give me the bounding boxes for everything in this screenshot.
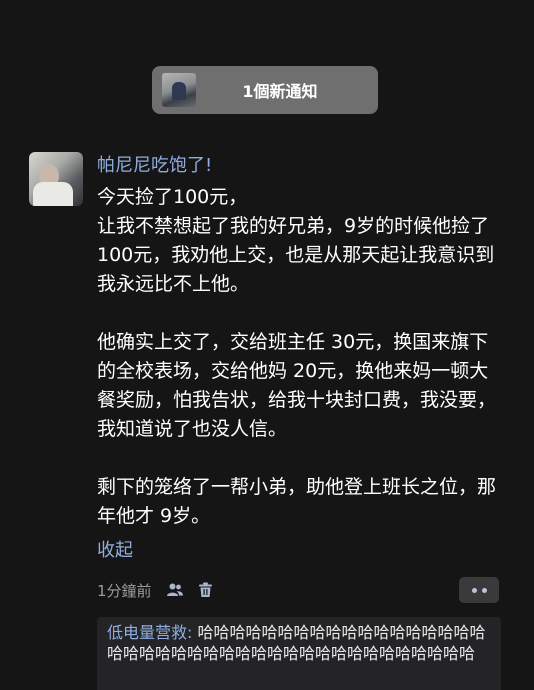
comment-paragraph: 剩下的笼络了一帮小弟，助他登上班长之位，那年他才 9岁。 — [97, 476, 497, 527]
comment-username[interactable]: 帕尼尼吃饱了! — [97, 154, 212, 178]
new-notification-banner[interactable]: 1個新通知 — [152, 66, 378, 114]
comment-body: 今天捡了100元， 让我不禁想起了我的好兄弟，9岁的时候他捡了 100元，我劝他… — [97, 183, 507, 531]
comment-paragraph: 今天捡了100元， 让我不禁想起了我的好兄弟，9岁的时候他捡了 100元，我劝他… — [97, 186, 495, 295]
user-avatar[interactable] — [29, 152, 83, 206]
comment-meta: 1分鐘前 — [97, 578, 213, 602]
trash-icon[interactable] — [198, 582, 213, 598]
comment-paragraph: 他确实上交了，交给班主任 30元，换国来旗下的全校表场，交给他妈 20元，换他来… — [97, 331, 497, 440]
collapse-link[interactable]: 收起 — [97, 539, 133, 563]
comment-page: 1個新通知 帕尼尼吃饱了! 今天捡了100元， 让我不禁想起了我的好兄弟，9岁的… — [0, 0, 534, 690]
notification-avatar — [162, 73, 196, 107]
more-button[interactable] — [459, 577, 499, 603]
reply-username[interactable]: 低电量营救: — [107, 623, 192, 642]
comment-timestamp: 1分鐘前 — [97, 581, 152, 600]
reply-preview[interactable]: 低电量营救: 哈哈哈哈哈哈哈哈哈哈哈哈哈哈哈哈哈哈哈哈哈哈哈哈哈哈哈哈哈哈哈哈哈… — [97, 617, 501, 690]
more-icon — [471, 587, 477, 593]
people-icon[interactable] — [166, 582, 184, 598]
more-icon-dot — [481, 587, 487, 593]
